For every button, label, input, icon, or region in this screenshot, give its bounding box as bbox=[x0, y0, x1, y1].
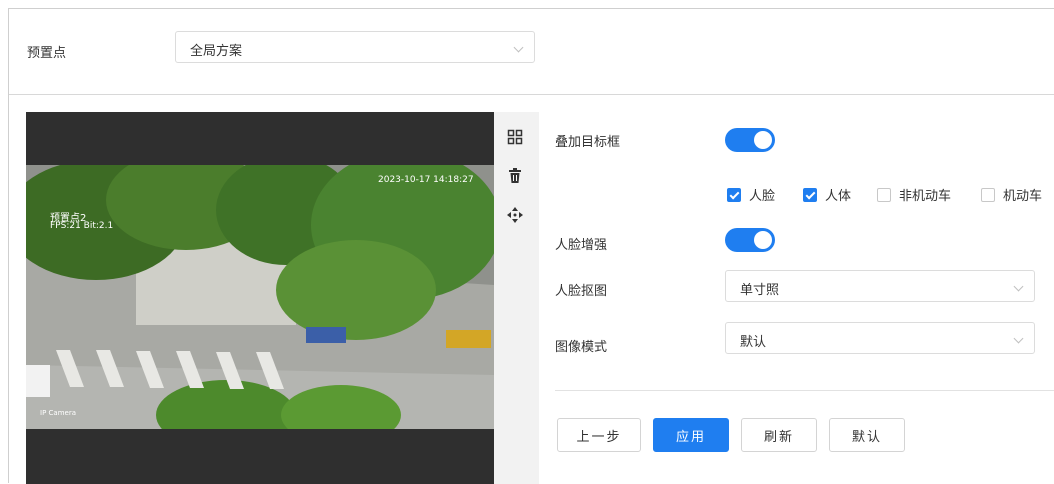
checkbox-label: 人脸 bbox=[749, 189, 776, 204]
checkbox-label: 非机动车 bbox=[899, 189, 952, 204]
checkbox-non-motor[interactable]: 非机动车 bbox=[877, 185, 951, 204]
checkbox-box bbox=[877, 187, 891, 202]
checkbox-box bbox=[803, 187, 817, 202]
camera-scene-drawing bbox=[26, 165, 494, 429]
video-corner-text: IP Camera bbox=[40, 409, 76, 417]
checkbox-box bbox=[981, 187, 995, 202]
overlay-label: 叠加目标框 bbox=[555, 135, 621, 150]
chevron-down-icon bbox=[1013, 281, 1024, 292]
toggle-knob bbox=[754, 131, 772, 149]
face-enhance-label: 人脸增强 bbox=[555, 238, 608, 253]
chevron-down-icon bbox=[1013, 333, 1024, 344]
grid-icon[interactable] bbox=[506, 128, 524, 146]
preset-row: 预置点 全局方案 bbox=[9, 9, 1054, 95]
face-crop-select[interactable]: 单寸照 bbox=[725, 270, 1035, 302]
preset-value: 全局方案 bbox=[190, 44, 243, 59]
checkbox-label: 机动车 bbox=[1003, 189, 1043, 204]
divider bbox=[555, 390, 1054, 391]
image-mode-label: 图像模式 bbox=[555, 340, 608, 355]
video-preview: 2023-10-17 14:18:27 预置点2 FPS:21 Bit:2.1 … bbox=[26, 112, 494, 484]
checkbox-body[interactable]: 人体 bbox=[803, 185, 851, 204]
face-crop-value: 单寸照 bbox=[740, 283, 780, 298]
face-enhance-toggle[interactable] bbox=[725, 228, 775, 252]
preset-label: 预置点 bbox=[27, 46, 67, 61]
checkbox-motor-vehicle[interactable]: 机动车 bbox=[981, 185, 1042, 204]
checkbox-label: 人体 bbox=[825, 189, 852, 204]
default-button[interactable]: 默认 bbox=[829, 418, 905, 452]
video-fps: FPS:21 Bit:2.1 bbox=[50, 221, 114, 231]
move-icon[interactable] bbox=[506, 206, 524, 224]
video-toolbar bbox=[494, 112, 539, 484]
apply-button[interactable]: 应用 bbox=[653, 418, 729, 452]
main-panel: 预置点 全局方案 2023-10-17 14:18:27 预置点2 FPS:21… bbox=[8, 8, 1054, 484]
toggle-knob bbox=[754, 231, 772, 249]
refresh-button[interactable]: 刷新 bbox=[741, 418, 817, 452]
chevron-down-icon bbox=[513, 42, 524, 53]
image-mode-value: 默认 bbox=[740, 335, 767, 350]
image-mode-select[interactable]: 默认 bbox=[725, 322, 1035, 354]
face-crop-label: 人脸抠图 bbox=[555, 284, 608, 299]
checkbox-face[interactable]: 人脸 bbox=[727, 185, 775, 204]
preset-select[interactable]: 全局方案 bbox=[175, 31, 535, 63]
camera-image: 2023-10-17 14:18:27 预置点2 FPS:21 Bit:2.1 … bbox=[26, 165, 494, 429]
trash-icon[interactable] bbox=[506, 167, 524, 185]
overlay-toggle[interactable] bbox=[725, 128, 775, 152]
prev-step-button[interactable]: 上一步 bbox=[557, 418, 641, 452]
checkbox-box bbox=[727, 187, 741, 202]
video-timestamp: 2023-10-17 14:18:27 bbox=[378, 175, 474, 185]
